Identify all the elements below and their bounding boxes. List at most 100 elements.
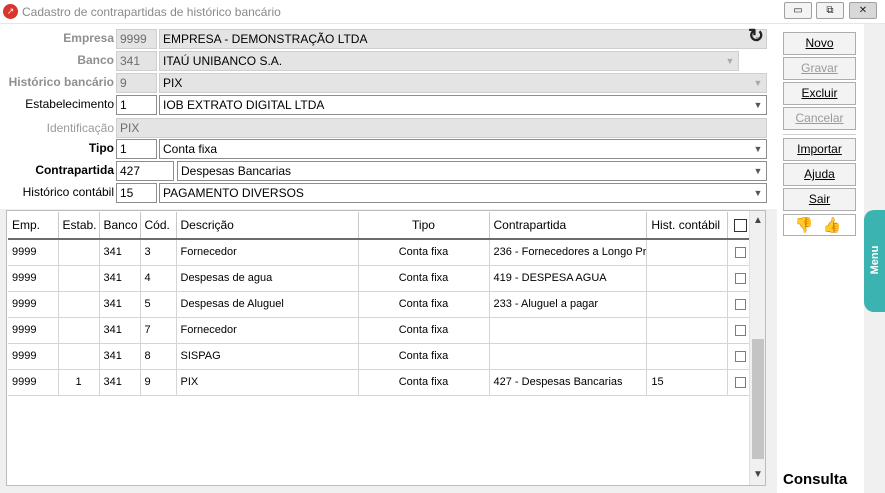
column-header[interactable]: Estab. (58, 212, 100, 240)
historico-bancario-combo: PIX ▼ (159, 73, 767, 93)
cell-hist (646, 239, 729, 266)
cell-contrapartida: 233 - Aluguel a pagar (489, 291, 648, 318)
importar-button[interactable]: Importar (783, 138, 856, 161)
cell-banco: 341 (99, 239, 141, 266)
cell-hist (646, 343, 729, 370)
chevron-down-icon[interactable]: ▼ (751, 97, 765, 113)
feedback-box: 👎 👍 (783, 214, 856, 236)
chevron-down-icon[interactable]: ▼ (751, 185, 765, 201)
cell-emp: 9999 (8, 317, 59, 344)
chevron-down-icon: ▼ (725, 56, 735, 66)
cell-hist: 15 (646, 369, 729, 396)
cell-tipo: Conta fixa (358, 239, 490, 266)
mode-status-label: Consulta (783, 471, 848, 488)
cell-tipo: Conta fixa (358, 265, 490, 292)
thumb-up-icon[interactable]: 👍 (822, 217, 842, 235)
estabelecimento-code-field[interactable]: 1 (116, 95, 157, 115)
cell-descricao: SISPAG (176, 343, 359, 370)
banco-combo: ITAÚ UNIBANCO S.A. ▼ (159, 51, 739, 71)
cell-estab: 1 (58, 369, 100, 396)
cell-descricao: Fornecedor (176, 317, 359, 344)
restore-button[interactable]: ⧉ (816, 2, 844, 19)
chevron-down-icon[interactable]: ▼ (751, 141, 765, 157)
table-row[interactable]: 9999 341 4 Despesas de agua Conta fixa 419 - … (8, 265, 755, 292)
table-row[interactable]: 9999 341 5 Despesas de Aluguel Conta fixa 233… (8, 291, 755, 318)
estabelecimento-combo[interactable]: IOB EXTRATO DIGITAL LTDA ▼ (159, 95, 767, 115)
contrapartida-combo[interactable]: Despesas Bancarias ▼ (177, 161, 767, 181)
action-panel: Novo Gravar Excluir Cancelar Importar Aj… (777, 24, 864, 493)
excluir-button[interactable]: Excluir (783, 82, 856, 105)
cell-descricao: Fornecedor (176, 239, 359, 266)
cell-estab (58, 291, 100, 318)
empresa-combo: EMPRESA - DEMONSTRAÇÃO LTDA ▼ (159, 29, 767, 49)
cell-banco: 341 (99, 265, 141, 292)
cell-contrapartida: 427 - Despesas Bancarias (489, 369, 648, 396)
cell-tipo: Conta fixa (358, 369, 490, 396)
cell-tipo: Conta fixa (358, 317, 490, 344)
historico-contabil-label: Histórico contábil (22, 185, 114, 199)
minimize-button[interactable]: ▭ (784, 2, 812, 19)
cell-banco: 341 (99, 369, 141, 396)
cell-hist (646, 291, 729, 318)
vertical-scrollbar[interactable]: ▲ ▼ (749, 211, 765, 485)
cell-estab (58, 265, 100, 292)
column-header[interactable]: Hist. contábil (646, 212, 729, 240)
title-bar: ↗ Cadastro de contrapartidas de históric… (0, 0, 885, 24)
column-header[interactable]: Banco (99, 212, 141, 240)
cell-estab (58, 343, 100, 370)
identificacao-field: PIX (116, 118, 767, 138)
cell-contrapartida: 236 - Fornecedores a Longo Pr (489, 239, 648, 266)
cell-emp: 9999 (8, 343, 59, 370)
table-row[interactable]: 9999 341 7 Fornecedor Conta fixa (8, 317, 755, 344)
scrollbar-thumb[interactable] (752, 339, 764, 459)
records-grid[interactable]: Emp. Estab. Banco Cód. Descrição Tipo Co… (6, 210, 766, 486)
contrapartida-label: Contrapartida (35, 163, 114, 177)
grid-header: Emp. Estab. Banco Cód. Descrição Tipo Co… (8, 212, 755, 240)
tipo-code-field[interactable]: 1 (116, 139, 157, 159)
cell-descricao: Despesas de Aluguel (176, 291, 359, 318)
column-header[interactable]: Emp. (8, 212, 59, 240)
table-row[interactable]: 9999 1 341 9 PIX Conta fixa 427 - Despesas Ban… (8, 369, 755, 396)
cell-cod: 9 (140, 369, 177, 396)
gravar-button[interactable]: Gravar (783, 57, 856, 80)
cell-tipo: Conta fixa (358, 343, 490, 370)
cell-cod: 3 (140, 239, 177, 266)
historico-contabil-combo[interactable]: PAGAMENTO DIVERSOS ▼ (159, 183, 767, 203)
cell-emp: 9999 (8, 291, 59, 318)
cell-descricao: Despesas de agua (176, 265, 359, 292)
banco-code-field: 341 (116, 51, 157, 71)
cell-estab (58, 317, 100, 344)
chevron-down-icon[interactable]: ▼ (751, 163, 765, 179)
column-header[interactable]: Tipo (358, 212, 490, 240)
empresa-label: Empresa (63, 31, 114, 45)
form-panel-lower: Histórico bancário 9 PIX ▼ Estabeleciment… (0, 70, 777, 209)
chevron-up-icon[interactable]: ▲ (750, 213, 766, 229)
cell-emp: 9999 (8, 265, 59, 292)
chevron-down-icon: ▼ (753, 78, 763, 88)
cell-banco: 341 (99, 317, 141, 344)
historico-bancario-code-field: 9 (116, 73, 157, 93)
tipo-combo[interactable]: Conta fixa ▼ (159, 139, 767, 159)
historico-contabil-code-field[interactable]: 15 (116, 183, 157, 203)
thumb-down-icon[interactable]: 👎 (794, 217, 814, 235)
chevron-down-icon[interactable]: ▼ (750, 467, 766, 483)
column-header[interactable]: Contrapartida (489, 212, 648, 240)
sair-button[interactable]: Sair (783, 188, 856, 211)
records-table: Emp. Estab. Banco Cód. Descrição Tipo Co… (8, 212, 755, 396)
column-header[interactable]: Descrição (176, 212, 359, 240)
cancelar-button[interactable]: Cancelar (783, 107, 856, 130)
refresh-icon[interactable]: ↻ (746, 27, 766, 47)
table-row[interactable]: 9999 341 3 Fornecedor Conta fixa 236 - Fornec… (8, 239, 755, 266)
cell-banco: 341 (99, 343, 141, 370)
close-button[interactable]: ✕ (849, 2, 877, 19)
novo-button[interactable]: Novo (783, 32, 856, 55)
cell-hist (646, 265, 729, 292)
column-header[interactable]: Cód. (140, 212, 177, 240)
cell-contrapartida (489, 317, 648, 344)
ajuda-button[interactable]: Ajuda (783, 163, 856, 186)
contrapartida-code-field[interactable]: 427 (116, 161, 174, 181)
menu-tab-label[interactable]: Menu (869, 246, 881, 275)
table-row[interactable]: 9999 341 8 SISPAG Conta fixa (8, 343, 755, 370)
window-title: Cadastro de contrapartidas de histórico … (22, 5, 281, 19)
cell-contrapartida: 419 - DESPESA AGUA (489, 265, 648, 292)
